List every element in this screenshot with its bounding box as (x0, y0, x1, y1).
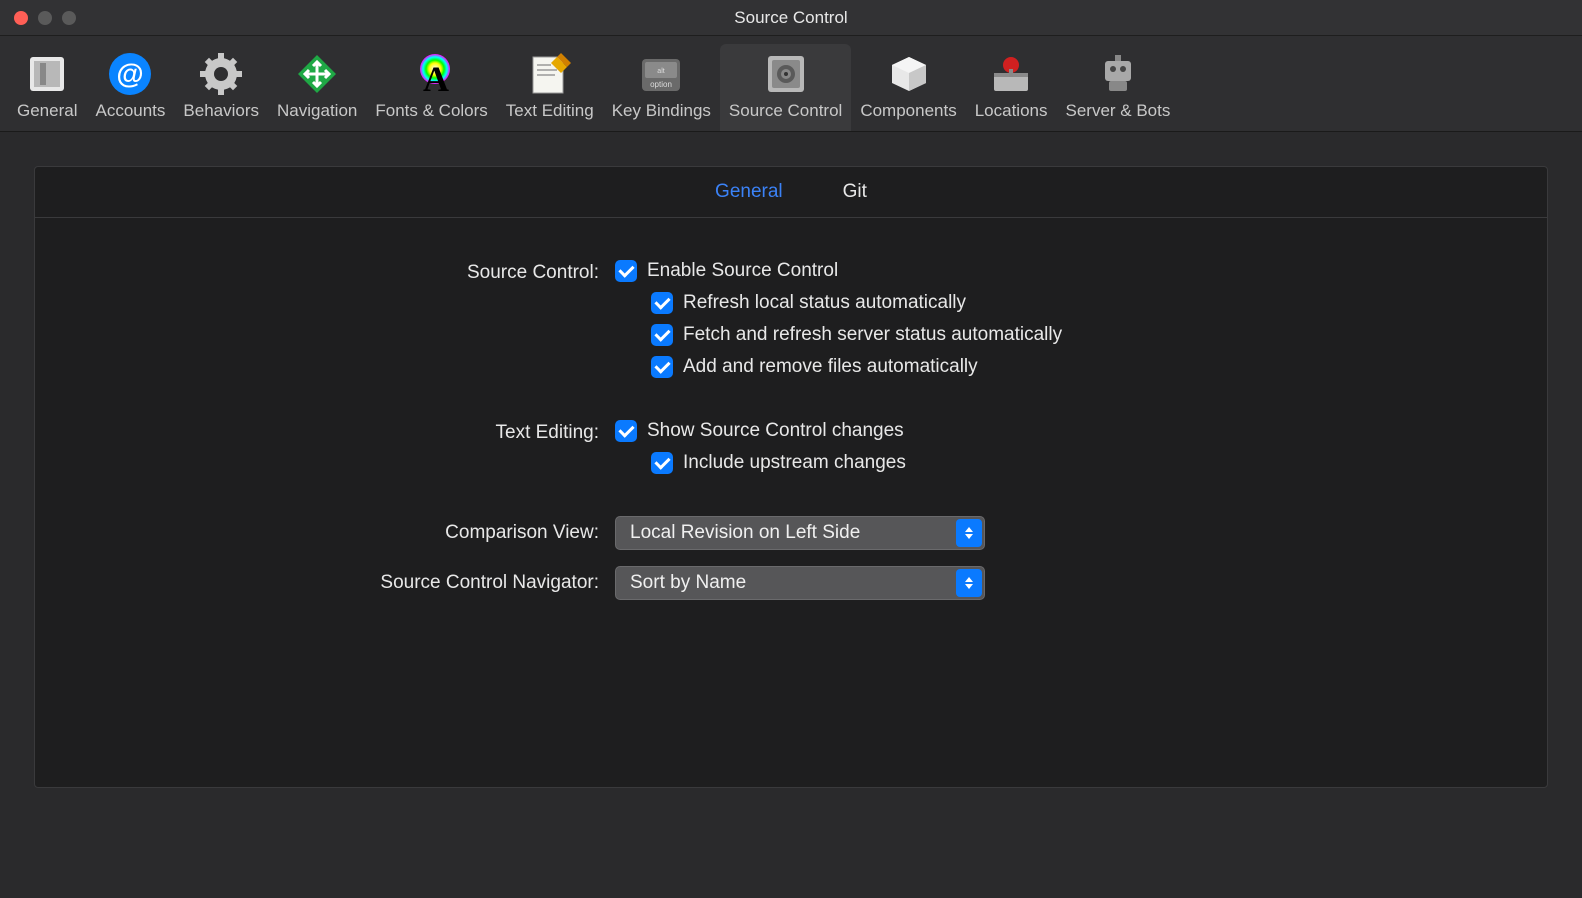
svg-text:@: @ (117, 58, 144, 89)
refresh-local-row: Refresh local status automatically (651, 292, 1507, 314)
fetch-server-row: Fetch and refresh server status automati… (651, 324, 1507, 346)
source-control-label: Source Control: (75, 260, 615, 284)
toolbar-fonts-colors[interactable]: A Fonts & Colors (366, 44, 496, 131)
preferences-toolbar: General @ Accounts Behaviors Navigation … (0, 36, 1582, 132)
add-remove-row: Add and remove files automatically (651, 356, 1507, 378)
toolbar-label: Key Bindings (612, 101, 711, 121)
comparison-view-row: Comparison View: Local Revision on Left … (75, 516, 1507, 550)
titlebar: Source Control (0, 0, 1582, 36)
source-control-section: Source Control: Enable Source Control Re… (75, 260, 1507, 388)
show-changes-row: Show Source Control changes (615, 420, 1507, 442)
toolbar-label: Fonts & Colors (375, 101, 487, 121)
toolbar-accounts[interactable]: @ Accounts (86, 44, 174, 131)
form-area: Source Control: Enable Source Control Re… (35, 218, 1547, 658)
svg-text:A: A (423, 59, 449, 97)
vault-icon (762, 50, 810, 98)
fetch-server-checkbox[interactable] (651, 324, 673, 346)
comparison-view-value: Local Revision on Left Side (630, 522, 860, 544)
include-upstream-label: Include upstream changes (683, 452, 906, 474)
move-icon (293, 50, 341, 98)
refresh-local-label: Refresh local status automatically (683, 292, 966, 314)
zoom-window-button[interactable] (62, 11, 76, 25)
gear-icon (197, 50, 245, 98)
traffic-lights (0, 11, 76, 25)
toolbar-label: Source Control (729, 101, 842, 121)
text-editing-section: Text Editing: Show Source Control change… (75, 420, 1507, 484)
switch-icon (23, 50, 71, 98)
text-editing-label: Text Editing: (75, 420, 615, 444)
add-remove-label: Add and remove files automatically (683, 356, 978, 378)
toolbar-text-editing[interactable]: Text Editing (497, 44, 603, 131)
svg-text:option: option (650, 80, 672, 89)
keyboard-key-icon: alt option (637, 50, 685, 98)
navigator-value: Sort by Name (630, 572, 746, 594)
navigator-row: Source Control Navigator: Sort by Name (75, 566, 1507, 600)
toolbar-label: General (17, 101, 77, 121)
toolbar-label: Behaviors (183, 101, 259, 121)
navigator-select[interactable]: Sort by Name (615, 566, 985, 600)
close-window-button[interactable] (14, 11, 28, 25)
subtab-general[interactable]: General (715, 181, 783, 203)
toolbar-label: Server & Bots (1065, 101, 1170, 121)
subtab-git[interactable]: Git (843, 181, 867, 203)
comparison-view-select[interactable]: Local Revision on Left Side (615, 516, 985, 550)
toolbar-server-bots[interactable]: Server & Bots (1056, 44, 1179, 131)
show-changes-label: Show Source Control changes (647, 420, 904, 442)
toolbar-label: Locations (975, 101, 1048, 121)
minimize-window-button[interactable] (38, 11, 52, 25)
toolbar-key-bindings[interactable]: alt option Key Bindings (603, 44, 720, 131)
toolbar-label: Accounts (95, 101, 165, 121)
show-changes-checkbox[interactable] (615, 420, 637, 442)
add-remove-checkbox[interactable] (651, 356, 673, 378)
font-color-icon: A (408, 50, 456, 98)
toolbar-label: Navigation (277, 101, 357, 121)
box-icon (885, 50, 933, 98)
toolbar-label: Components (860, 101, 956, 121)
fetch-server-label: Fetch and refresh server status automati… (683, 324, 1062, 346)
robot-icon (1094, 50, 1142, 98)
toolbar-locations[interactable]: Locations (966, 44, 1057, 131)
include-upstream-checkbox[interactable] (651, 452, 673, 474)
toolbar-label: Text Editing (506, 101, 594, 121)
enable-source-control-label: Enable Source Control (647, 260, 838, 282)
enable-source-control-row: Enable Source Control (615, 260, 1507, 282)
refresh-local-checkbox[interactable] (651, 292, 673, 314)
window-title: Source Control (734, 8, 847, 28)
toolbar-behaviors[interactable]: Behaviors (174, 44, 268, 131)
content-panel: General Git Source Control: Enable Sourc… (34, 166, 1548, 788)
select-arrows-icon (956, 569, 982, 597)
toolbar-components[interactable]: Components (851, 44, 965, 131)
svg-text:alt: alt (658, 68, 665, 75)
navigator-label: Source Control Navigator: (75, 572, 615, 594)
at-icon: @ (106, 50, 154, 98)
include-upstream-row: Include upstream changes (651, 452, 1507, 474)
toolbar-source-control[interactable]: Source Control (720, 44, 851, 131)
toolbar-general[interactable]: General (8, 44, 86, 131)
document-pencil-icon (526, 50, 574, 98)
pin-disk-icon (987, 50, 1035, 98)
subtabs: General Git (35, 167, 1547, 218)
comparison-view-label: Comparison View: (75, 522, 615, 544)
toolbar-navigation[interactable]: Navigation (268, 44, 366, 131)
enable-source-control-checkbox[interactable] (615, 260, 637, 282)
select-arrows-icon (956, 519, 982, 547)
